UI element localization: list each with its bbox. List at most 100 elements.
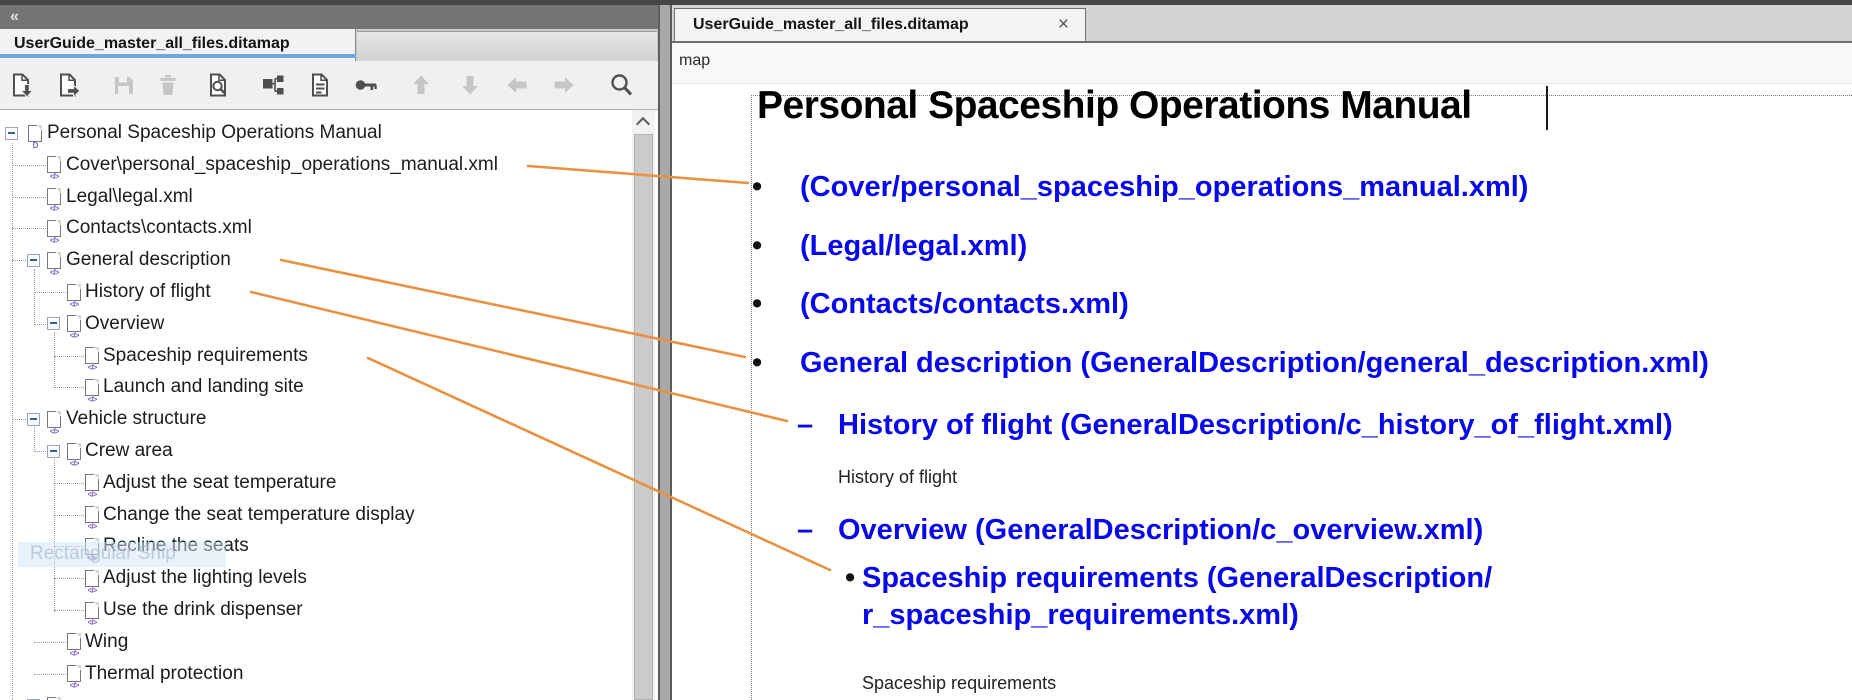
topicref-icon: </> [85,570,99,587]
tree-item-legal-legal-xml[interactable]: </>Legal\legal.xml [0,181,655,213]
collapse-expander-icon[interactable] [47,317,60,330]
entry-text: Spaceship requirements (GeneralDescripti… [862,557,1492,599]
topicref-icon: </> [47,220,61,237]
topicref-entry-1[interactable]: •(Legal/legal.xml) [672,225,1852,267]
topicref-icon: </> [67,443,81,460]
panel-splitter[interactable] [658,5,672,700]
search-icon[interactable] [608,72,634,98]
tree-item-vehicle-structure[interactable]: </> Vehicle structure [0,403,655,435]
entry-text: History of flight (GeneralDescription/c_… [838,404,1673,446]
breadcrumb: map [672,43,1852,84]
topicref-icon: </> [47,188,61,205]
tree-item-change-the-seat-temperature-display[interactable]: </>Change the seat temperature display [0,499,655,531]
entry-text: r_spaceship_requirements.xml) [862,594,1299,636]
tree-item-label: Thermal protection [85,658,243,690]
dash-list-marker: – [797,404,813,446]
preview-topic-icon[interactable] [205,72,231,98]
tree-item-crew-area[interactable]: </> Crew area [0,435,655,467]
topicref-icon: </> [67,315,81,332]
topicref-entry-3[interactable]: •General description (GeneralDescription… [672,342,1852,384]
bullet-list-marker: • [845,557,855,599]
breadcrumb-item-map[interactable]: map [679,52,710,70]
topicref-entry-6[interactable]: –Overview (GeneralDescription/c_overview… [672,509,1852,551]
topicref-icon: </> [67,633,81,650]
tree-item-thermal-protection[interactable]: </> Thermal protection [0,658,655,690]
tree-panel-titlebar: « [0,5,660,29]
insert-topic-after-icon[interactable] [55,72,81,98]
tree-item-label: History of flight [85,276,211,308]
topicref-entry-7-wrap[interactable]: r_spaceship_requirements.xml) [672,594,1852,636]
collapse-expander-icon[interactable] [5,127,18,140]
tree-item-history-of-flight[interactable]: </>History of flight [0,276,655,308]
snip-tool-overlay: Rectangular Snip [18,542,226,567]
keys-icon[interactable] [353,72,379,98]
tree-item-label: Contacts\contacts.xml [66,212,252,244]
tree-item-partial[interactable]: </> [0,689,655,700]
entry-text: (Contacts/contacts.xml) [800,283,1129,325]
bullet-list-marker: • [752,225,762,267]
dash-list-marker: – [797,509,813,551]
chevron-up-icon [636,117,650,131]
scrollbar-thumb[interactable] [634,134,653,700]
collapse-panel-icon[interactable]: « [10,8,18,26]
tree-item-label: Use the drink dispenser [103,594,303,626]
insert-topic-before-icon[interactable] [8,72,34,98]
tree-item-use-the-drink-dispenser[interactable]: </> Use the drink dispenser [0,594,655,626]
entry-text: Overview (GeneralDescription/c_overview.… [838,509,1483,551]
editor-tabstrip: UserGuide_master_all_files.ditamap × [672,5,1852,41]
tree-item-personal-spaceship-operations-manual[interactable]: DPersonal Spaceship Operations Manual [0,117,655,149]
entry-text: General description (GeneralDescription/… [800,342,1709,384]
topicref-icon: </> [85,602,99,619]
tree-scrollbar[interactable] [632,110,655,700]
topicref-entry-7[interactable]: •Spaceship requirements (GeneralDescript… [672,557,1852,599]
tree-item-label: Personal Spaceship Operations Manual [47,117,382,149]
tree-item-launch-and-landing-site[interactable]: </>Launch and landing site [0,371,655,403]
topic-title-text-5: History of flight [672,464,1852,490]
tree-item-cover-personal-spaceship-operations-manu[interactable]: </> Cover\personal_spaceship_operations_m… [0,149,655,181]
topicref-icon: </> [85,506,99,523]
tree-item-label: Cover\personal_spaceship_operations_manu… [66,149,498,181]
tree-item-spaceship-requirements[interactable]: </>Spaceship requirements [0,340,655,372]
map-structure-icon[interactable] [260,72,286,98]
delete-icon [155,72,181,98]
snip-tool-overlay-label: Rectangular Snip [30,543,176,565]
tree-item-contacts-contacts-xml[interactable]: </> Contacts\contacts.xml [0,212,655,244]
move-up-icon [408,72,434,98]
entry-text: History of flight [838,464,957,490]
scroll-up-button[interactable] [632,110,655,132]
collapse-expander-icon[interactable] [27,413,40,426]
tree-item-wing[interactable]: </>Wing [0,626,655,658]
collapse-expander-icon[interactable] [47,445,60,458]
tree-item-label: Crew area [85,435,173,467]
collapse-expander-icon[interactable] [27,254,40,267]
map-title[interactable]: Personal Spaceship Operations Manual [757,84,1472,128]
topicref-icon: </> [47,252,61,269]
tree-item-label: General description [66,244,231,276]
topicref-entry-4[interactable]: –History of flight (GeneralDescription/c… [672,404,1852,446]
bullet-list-marker: • [752,166,762,208]
tree-item-label: Overview [85,308,164,340]
editor-tab[interactable]: UserGuide_master_all_files.ditamap × [674,8,1086,41]
save-icon [111,72,137,98]
topicref-entry-2[interactable]: •(Contacts/contacts.xml) [672,283,1852,325]
tree-panel-tab[interactable]: UserGuide_master_all_files.ditamap [0,29,356,61]
tab-close-icon[interactable]: × [1058,14,1069,36]
entry-text: (Cover/personal_spaceship_operations_man… [800,166,1528,208]
topicref-icon: </> [47,411,61,428]
topicref-icon: </> [85,474,99,491]
author-view: Personal Spaceship Operations Manual •(C… [672,84,1852,700]
topicref-entry-0[interactable]: • (Cover/personal_spaceship_operations_ma… [672,166,1852,208]
tree-item-adjust-the-seat-temperature[interactable]: </>Adjust the seat temperature [0,467,655,499]
ditamap-tree: DPersonal Spaceship Operations Manual</>… [0,110,657,700]
active-tab-underline [0,54,356,58]
tabstrip-empty-area [357,31,657,61]
tree-item-overview[interactable]: </> Overview [0,308,655,340]
topicref-icon: </> [47,156,61,173]
tree-panel-tab-label: UserGuide_master_all_files.ditamap [14,35,290,53]
tree-item-label: Vehicle structure [66,403,206,435]
topic-title-text-8: Spaceship requirements [672,670,1852,696]
topicref-icon: </> [67,665,81,682]
document-view-icon[interactable] [307,72,333,98]
move-down-icon [457,72,483,98]
tree-item-general-description[interactable]: </> General description [0,244,655,276]
